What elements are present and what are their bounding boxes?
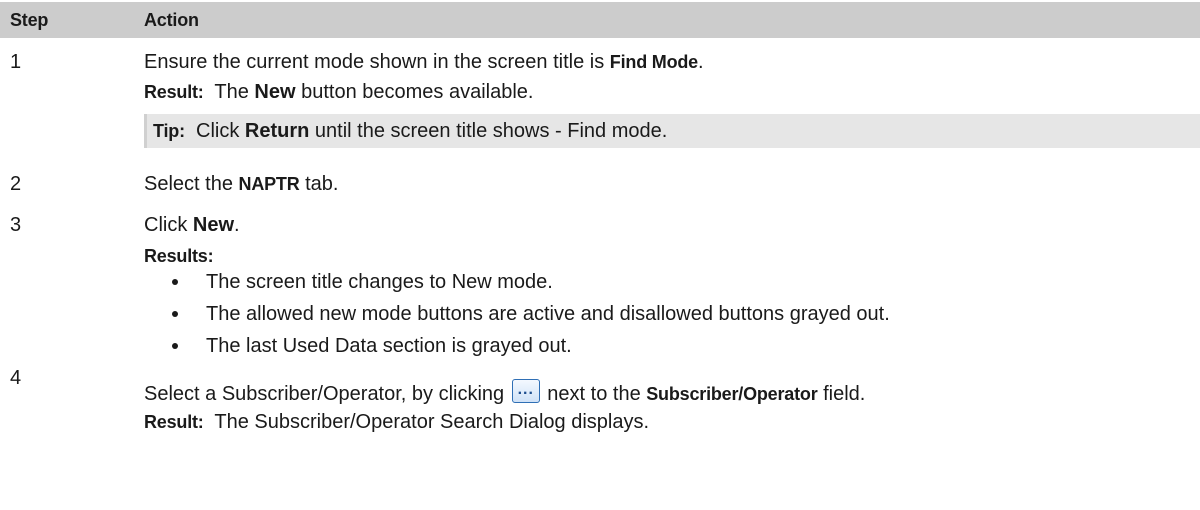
result-text: The Subscriber/Operator Search Dialog di…: [214, 411, 650, 433]
step-instruction: Ensure the current mode shown in the scr…: [144, 50, 704, 74]
header-step: Step: [10, 10, 49, 30]
step-instruction: Select a Subscriber/Operator, by clickin…: [144, 378, 866, 406]
bullet-icon: [172, 343, 178, 349]
step-result: Result: The New button becomes available…: [144, 80, 533, 104]
bullet-icon: [172, 311, 178, 317]
result-text: button becomes available.: [295, 81, 534, 103]
instruction-text: Select the: [144, 173, 239, 195]
instruction-text: .: [234, 214, 240, 236]
tip-text: Click: [196, 120, 245, 142]
list-item-text: The last Used Data section is grayed out…: [206, 335, 572, 357]
instruction-emphasis: New: [192, 214, 235, 236]
procedure-table: Step Action 1 Ensure the current mode sh…: [0, 0, 1200, 510]
instruction-emphasis: Subscriber/Operator: [646, 384, 818, 404]
step-instruction: Click New.: [144, 213, 240, 237]
ellipsis-button-icon[interactable]: [511, 378, 540, 403]
step-number: 3: [10, 214, 22, 236]
step-number: 1: [10, 51, 22, 73]
instruction-text: tab.: [299, 173, 339, 195]
list-item-text: The allowed new mode buttons are active …: [206, 303, 890, 325]
results-label: Results:: [144, 246, 214, 266]
header-action: Action: [144, 10, 199, 30]
step-number: 2: [10, 173, 22, 195]
instruction-text: field.: [817, 383, 866, 405]
tip-label: Tip:: [153, 121, 185, 141]
tip-text: until the screen title shows - Find mode…: [309, 120, 668, 142]
table-header: Step Action: [0, 2, 1200, 38]
instruction-emphasis: NAPTR: [238, 174, 300, 194]
result-emphasis: New: [254, 81, 296, 103]
tip-emphasis: Return: [244, 120, 310, 142]
list-item: The screen title changes to New mode.: [172, 270, 553, 294]
tip-box: Tip: Click Return until the screen title…: [144, 114, 1200, 148]
step-result: Result: The Subscriber/Operator Search D…: [144, 410, 649, 434]
instruction-text: Select a Subscriber/Operator, by clickin…: [144, 383, 510, 405]
list-item-text: The screen title changes to New mode.: [206, 271, 553, 293]
result-text: The: [214, 81, 255, 103]
list-item: The last Used Data section is grayed out…: [172, 334, 572, 358]
instruction-text: next to the: [541, 383, 647, 405]
step-instruction: Select the NAPTR tab.: [144, 172, 338, 196]
instruction-text: Ensure the current mode shown in the scr…: [144, 51, 610, 73]
instruction-text: Click: [144, 214, 193, 236]
list-item: The allowed new mode buttons are active …: [172, 302, 890, 326]
result-label: Result:: [144, 82, 204, 102]
step-number: 4: [10, 367, 22, 389]
bullet-icon: [172, 279, 178, 285]
instruction-text: .: [697, 51, 704, 73]
result-label: Result:: [144, 412, 204, 432]
instruction-emphasis: Find Mode: [609, 52, 698, 72]
